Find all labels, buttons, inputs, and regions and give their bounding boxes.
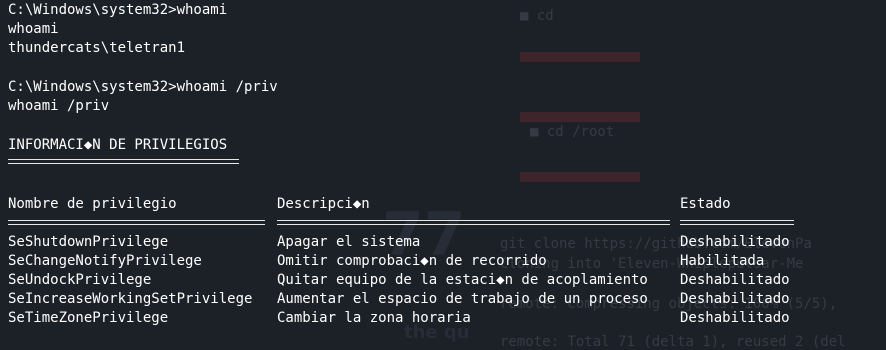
privilege-description: Apagar el sistema	[277, 234, 421, 250]
header-description: Descripci◆n	[277, 196, 370, 212]
privilege-name: SeTimeZonePrivilege	[8, 310, 169, 326]
privilege-name: SeChangeNotifyPrivilege	[8, 253, 202, 269]
header-state: Estado	[680, 196, 731, 212]
privilege-state: Deshabilitado	[680, 272, 790, 288]
header-separator-state	[680, 220, 794, 225]
echo-line-whoami-priv: whoami /priv	[8, 98, 110, 114]
current-user-output: thundercats\teletran1	[8, 40, 186, 56]
privilege-state: Deshabilitado	[680, 291, 790, 307]
privilege-state: Deshabilitado	[680, 234, 790, 250]
privilege-state: Habilitada	[680, 253, 765, 269]
privilege-description: Omitir comprobaci◆n de recorrido	[277, 253, 547, 269]
prompt-line-whoami-priv: C:\Windows\system32>whoami /priv	[8, 79, 278, 95]
privilege-description: Aumentar el espacio de trabajo de un pro…	[277, 291, 648, 307]
privilege-name: SeUndockPrivilege	[8, 272, 152, 288]
privilege-state: Deshabilitado	[680, 310, 790, 326]
terminal-window[interactable]: ■ cd ■ cd /root git clone https://github…	[0, 0, 886, 350]
privilege-description: Cambiar la zona horaria	[277, 310, 471, 326]
header-separator-description	[277, 220, 670, 225]
privilege-name: SeShutdownPrivilege	[8, 234, 169, 250]
echo-line-whoami: whoami	[8, 21, 59, 37]
section-title-underline	[8, 159, 239, 164]
header-privilege-name: Nombre de privilegio	[8, 196, 177, 212]
section-title: INFORMACI◆N DE PRIVILEGIOS	[8, 137, 228, 153]
prompt-line-whoami: C:\Windows\system32>whoami	[8, 2, 228, 18]
header-separator-name	[8, 220, 265, 225]
privilege-name: SeIncreaseWorkingSetPrivilege	[8, 291, 253, 307]
privilege-description: Quitar equipo de la estaci◆n de acoplami…	[277, 272, 648, 288]
